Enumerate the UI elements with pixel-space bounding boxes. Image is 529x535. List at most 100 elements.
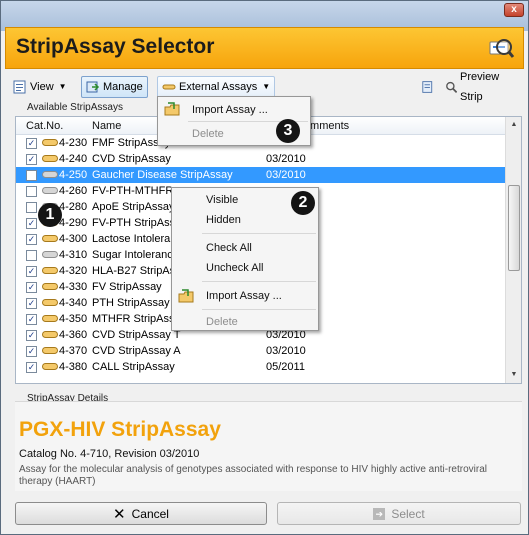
list-scrollbar[interactable]: ▲ ▼ — [505, 117, 521, 383]
assay-details: PGX-HIV StripAssay Catalog No. 4-710, Re… — [15, 401, 522, 491]
row-checkbox[interactable]: ✓ — [26, 154, 37, 165]
strip-tube-icon — [42, 331, 58, 338]
menu-separator — [202, 281, 316, 282]
row-date: 03/2010 — [266, 345, 306, 357]
app-header: StripAssay Selector — [5, 27, 524, 69]
row-catno: 4-310 — [59, 249, 88, 261]
strip-tube-icon — [42, 315, 58, 322]
row-name: CVD StripAssay T — [92, 329, 181, 341]
row-checkbox[interactable]: ✓ — [26, 138, 37, 149]
row-checkbox[interactable]: ✓ — [26, 346, 37, 357]
scroll-thumb[interactable] — [508, 185, 520, 271]
menu-item-visible[interactable]: Visible — [206, 190, 238, 210]
assay-catalog: Catalog No. 4-710, Revision 03/2010 — [19, 448, 200, 460]
preview-strip-button[interactable]: Preview Strip — [417, 71, 522, 103]
strip-tube-icon — [42, 171, 58, 178]
strip-tube-icon — [42, 267, 58, 274]
toolbar: View ▼ Manage External Assays ▼ Preview … — [7, 71, 522, 103]
row-checkbox[interactable]: ✓ — [26, 282, 37, 293]
menu-item-uncheck-all[interactable]: Uncheck All — [206, 258, 263, 278]
table-row[interactable]: ✓ 4-240 CVD StripAssay 03/2010 — [16, 151, 506, 167]
row-checkbox[interactable]: ✓ — [26, 314, 37, 325]
cancel-label: Cancel — [131, 506, 169, 521]
document-icon — [422, 81, 433, 93]
table-row[interactable]: ✓ 4-380 CALL StripAssay 05/2011 — [16, 359, 506, 375]
row-checkbox[interactable]: ✓ — [26, 298, 37, 309]
strip-tube-icon — [162, 84, 176, 90]
select-label: Select — [391, 506, 425, 521]
menu-separator — [202, 233, 316, 234]
column-header-name[interactable]: Name — [92, 120, 121, 132]
scroll-up-icon[interactable]: ▲ — [506, 117, 521, 133]
menu-item-delete-context[interactable]: Delete — [206, 312, 238, 332]
menu-item-check-all[interactable]: Check All — [206, 238, 252, 258]
import-assay-icon — [164, 102, 180, 116]
assay-description: Assay for the molecular analysis of geno… — [19, 464, 488, 487]
cancel-button[interactable]: ✕ Cancel — [15, 502, 267, 525]
menu-item-delete[interactable]: Delete — [192, 124, 224, 144]
scroll-down-icon[interactable]: ▼ — [506, 367, 521, 383]
row-catno: 4-350 — [59, 313, 88, 325]
callout-badge-3: 3 — [276, 119, 300, 143]
strip-tube-icon — [42, 155, 58, 162]
preview-strip-icon — [445, 81, 457, 93]
chevron-down-icon: ▼ — [58, 82, 67, 91]
chevron-down-icon: ▼ — [262, 82, 271, 91]
table-row[interactable]: ✓ 4-370 CVD StripAssay A 03/2010 — [16, 343, 506, 359]
table-row[interactable]: 4-250 Gaucher Disease StripAssay 03/2010 — [16, 167, 506, 183]
external-assays-label: External Assays — [179, 81, 258, 93]
row-checkbox[interactable] — [26, 186, 37, 197]
manage-button[interactable]: Manage — [81, 76, 148, 98]
view-label: View — [30, 81, 54, 93]
menu-item-import-assay-context[interactable]: Import Assay ... — [206, 286, 282, 306]
strip-assay-selector-window: x StripAssay Selector View ▼ Manage Exte… — [0, 0, 529, 535]
row-date: 03/2010 — [266, 169, 306, 181]
strip-tube-icon — [42, 283, 58, 290]
row-checkbox[interactable]: ✓ — [26, 266, 37, 277]
menu-item-import-assay[interactable]: Import Assay ... — [192, 100, 268, 120]
row-catno: 4-260 — [59, 185, 88, 197]
row-catno: 4-300 — [59, 233, 88, 245]
row-name: CVD StripAssay — [92, 153, 171, 165]
row-checkbox[interactable] — [26, 250, 37, 261]
select-arrow-icon: ➔ — [373, 507, 386, 520]
close-icon: ✕ — [113, 505, 126, 523]
row-catno: 4-250 — [59, 169, 88, 181]
preview-strip-label: Preview Strip — [460, 71, 500, 103]
column-header-catno[interactable]: Cat.No. — [26, 120, 63, 132]
external-assays-button[interactable]: External Assays ▼ — [157, 76, 276, 98]
row-catno: 4-290 — [59, 217, 88, 229]
row-checkbox[interactable]: ✓ — [26, 218, 37, 229]
row-catno: 4-360 — [59, 329, 88, 341]
page-title: StripAssay Selector — [16, 35, 215, 58]
row-name: CALL StripAssay — [92, 361, 175, 373]
row-checkbox[interactable] — [26, 170, 37, 181]
row-date: 05/2011 — [266, 361, 305, 373]
row-catno: 4-280 — [59, 201, 88, 213]
row-checkbox[interactable]: ✓ — [26, 234, 37, 245]
row-name: Sugar Intolerance — [92, 249, 179, 261]
select-button[interactable]: ➔ Select — [277, 502, 521, 525]
row-catno: 4-330 — [59, 281, 88, 293]
row-checkbox[interactable]: ✓ — [26, 330, 37, 341]
manage-icon — [86, 81, 100, 93]
view-menu-button[interactable]: View ▼ — [9, 76, 71, 98]
row-name: FV-PTH-MTHFR — [92, 185, 174, 197]
row-name: ApoE StripAssay — [92, 201, 175, 213]
strip-tube-icon — [42, 235, 58, 242]
row-checkbox[interactable] — [26, 202, 37, 213]
menu-item-hidden[interactable]: Hidden — [206, 210, 241, 230]
import-assay-icon — [178, 289, 194, 303]
callout-badge-1: 1 — [38, 203, 62, 227]
window-close-button[interactable]: x — [504, 3, 524, 17]
assay-title: PGX-HIV StripAssay — [19, 418, 221, 441]
manage-label: Manage — [103, 81, 143, 93]
row-checkbox[interactable]: ✓ — [26, 362, 37, 373]
row-catno: 4-340 — [59, 297, 88, 309]
callout-badge-2: 2 — [291, 191, 315, 215]
row-name: PTH StripAssay — [92, 297, 170, 309]
strip-tube-icon — [42, 299, 58, 306]
strip-tube-icon — [42, 187, 58, 194]
row-catno: 4-370 — [59, 345, 88, 357]
view-icon — [13, 80, 26, 94]
